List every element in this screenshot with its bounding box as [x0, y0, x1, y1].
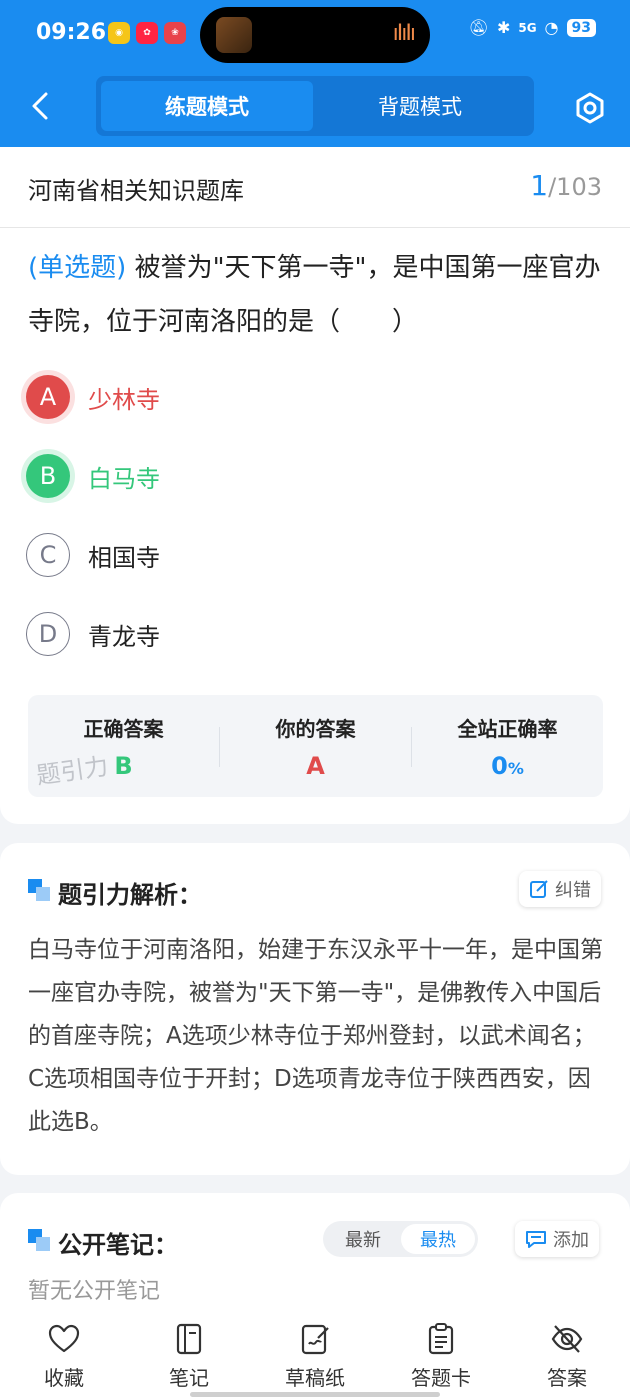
- your-answer-col: 你的答案 A: [220, 695, 411, 797]
- mode-switcher: 练题模式 背题模式: [96, 76, 534, 136]
- nav-notes[interactable]: 笔记: [139, 1322, 239, 1391]
- accuracy-col: 全站正确率 0%: [412, 695, 603, 797]
- heart-icon: [48, 1324, 80, 1353]
- option-text: 相国寺: [88, 543, 160, 572]
- sort-hottest[interactable]: 最热: [401, 1224, 475, 1254]
- analysis-title: 题引力解析：: [58, 881, 202, 909]
- red-app-icon: ❀: [164, 22, 186, 44]
- nav-favorite[interactable]: 收藏: [14, 1322, 114, 1391]
- mute-icon: 🔕︎: [468, 18, 489, 37]
- bottom-nav: 收藏 笔记 草稿纸 答题卡 答案: [0, 1310, 630, 1400]
- nav-answer[interactable]: 答案: [517, 1322, 617, 1391]
- nav-label: 收藏: [44, 1366, 84, 1390]
- accuracy-value: 0%: [412, 752, 603, 780]
- option-letter: D: [26, 612, 70, 656]
- back-button[interactable]: [26, 88, 56, 124]
- report-error-label: 纠错: [555, 880, 591, 901]
- section-icon: [28, 1229, 50, 1251]
- option-letter: A: [26, 375, 70, 419]
- battery-indicator: 93: [566, 18, 596, 37]
- question-type: (单选题): [28, 253, 127, 283]
- nav-draft-paper[interactable]: 草稿纸: [265, 1322, 365, 1391]
- question-progress[interactable]: 1/103: [530, 169, 602, 202]
- correct-answer-label: 正确答案: [83, 717, 164, 741]
- progress-total: /103: [548, 173, 602, 201]
- notebook-icon: [176, 1323, 202, 1355]
- system-icons: 🔕︎ ✱ 5G ◔ 93: [469, 18, 596, 37]
- option-c[interactable]: C 相国寺: [26, 531, 160, 579]
- status-time: 09:26: [36, 20, 107, 45]
- sort-latest[interactable]: 最新: [326, 1224, 400, 1254]
- status-bar: 09:26 ◉ ✿ ❀ ıIıIı 🔕︎ ✱ 5G ◔ 93: [0, 0, 630, 70]
- dynamic-island: ıIıIı: [200, 7, 430, 63]
- wifi-icon: ◔: [544, 18, 559, 37]
- eye-off-icon: [551, 1325, 583, 1353]
- edit-icon: [530, 880, 548, 898]
- empty-notes-text: 暂无公开笔记: [28, 1279, 161, 1304]
- question-stem: (单选题) 被誉为"天下第一寺"，是中国第一座官办寺院，位于河南洛阳的是（ ）: [28, 241, 608, 349]
- gear-icon: [576, 92, 604, 124]
- answer-sheet-icon: [428, 1323, 454, 1355]
- option-d[interactable]: D 青龙寺: [26, 610, 160, 658]
- your-answer-label: 你的答案: [275, 717, 356, 741]
- draft-paper-icon: [301, 1324, 329, 1355]
- option-b[interactable]: B 白马寺: [26, 452, 160, 500]
- comment-icon: [526, 1231, 546, 1248]
- nav-label: 笔记: [169, 1366, 209, 1390]
- notes-sort-switcher: 最新 最热: [323, 1221, 478, 1257]
- tab-memorize-mode[interactable]: 背题模式: [314, 81, 526, 131]
- top-header: 09:26 ◉ ✿ ❀ ıIıIı 🔕︎ ✱ 5G ◔ 93 练题模式 背题模式: [0, 0, 630, 147]
- notification-badges: ◉ ✿ ❀: [108, 22, 186, 44]
- xiaohongshu-app-icon: ✿: [136, 22, 158, 44]
- audio-wave-icon: ıIıIı: [392, 21, 416, 46]
- answer-result-panel: 正确答案 B 题引力 你的答案 A 全站正确率 0%: [28, 695, 603, 797]
- analysis-card: 题引力解析： 纠错 白马寺位于河南洛阳，始建于东汉永平十一年，是中国第一座官办寺…: [0, 843, 630, 1175]
- option-a[interactable]: A 少林寺: [26, 373, 160, 421]
- add-note-label: 添加: [553, 1230, 589, 1251]
- tab-practice-mode[interactable]: 练题模式: [101, 81, 313, 131]
- report-error-button[interactable]: 纠错: [519, 871, 601, 907]
- nav-label: 答题卡: [411, 1366, 471, 1390]
- option-text: 白马寺: [88, 464, 160, 493]
- nav-label: 草稿纸: [285, 1366, 345, 1390]
- nav-answer-sheet[interactable]: 答题卡: [391, 1322, 491, 1391]
- bluetooth-icon: ✱: [496, 18, 511, 37]
- analysis-text: 白马寺位于河南洛阳，始建于东汉永平十一年，是中国第一座官办寺院，被誉为"天下第一…: [28, 937, 603, 1135]
- progress-current: 1: [530, 169, 549, 202]
- nav-label: 答案: [547, 1366, 587, 1390]
- chevron-left-icon: [32, 92, 48, 120]
- accuracy-number: 0: [491, 752, 508, 780]
- divider: [0, 227, 630, 228]
- option-letter: B: [26, 454, 70, 498]
- section-icon: [28, 879, 50, 901]
- question-bank-title: 河南省相关知识题库: [28, 177, 244, 205]
- signal-icon: 5G: [518, 20, 537, 35]
- weibo-app-icon: ◉: [108, 22, 130, 44]
- question-card: 河南省相关知识题库 1/103 (单选题) 被誉为"天下第一寺"，是中国第一座官…: [0, 147, 630, 824]
- add-note-button[interactable]: 添加: [515, 1221, 599, 1257]
- notes-title: 公开笔记：: [58, 1231, 178, 1259]
- accuracy-label: 全站正确率: [457, 717, 558, 741]
- media-thumbnail: [216, 17, 252, 53]
- your-answer-value: A: [306, 752, 325, 780]
- option-letter: C: [26, 533, 70, 577]
- accuracy-unit: %: [507, 759, 524, 778]
- option-text: 青龙寺: [88, 622, 160, 651]
- option-text: 少林寺: [88, 385, 160, 414]
- settings-button[interactable]: [574, 92, 606, 124]
- home-indicator[interactable]: [190, 1392, 440, 1397]
